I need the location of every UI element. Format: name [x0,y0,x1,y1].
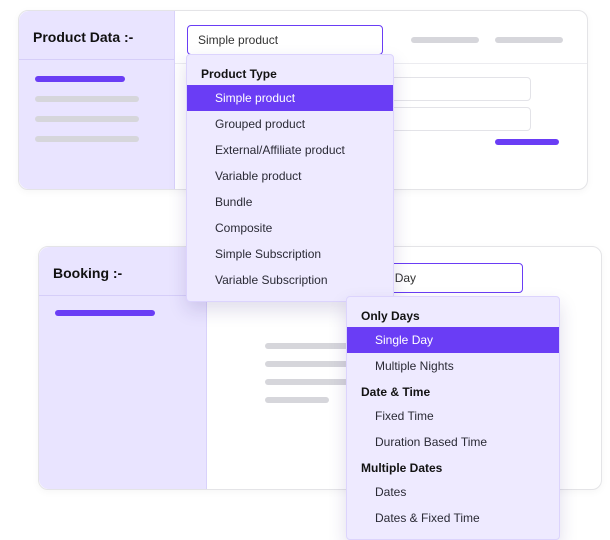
dropdown-option[interactable]: Variable product [187,163,393,189]
sidebar-item[interactable] [55,310,155,316]
dropdown-option[interactable]: Bundle [187,189,393,215]
dropdown-option[interactable]: Dates & Fixed Time [347,505,559,531]
dropdown-option[interactable]: External/Affiliate product [187,137,393,163]
sidebar-item[interactable] [35,136,139,142]
dropdown-option[interactable]: Dates [347,479,559,505]
product-data-sidebar: Product Data :- [19,11,175,189]
sidebar-item[interactable] [35,116,139,122]
booking-sidebar: Booking :- [39,247,207,489]
dropdown-option[interactable]: Composite [187,215,393,241]
booking-type-dropdown[interactable]: Only DaysSingle DayMultiple NightsDate &… [346,296,560,540]
dropdown-option[interactable]: Simple product [187,85,393,111]
placeholder-bar [411,37,479,43]
dropdown-group-label: Multiple Dates [347,455,559,479]
product-type-dropdown[interactable]: Product Type Simple productGrouped produ… [186,54,394,302]
dropdown-option[interactable]: Single Day [347,327,559,353]
dropdown-option[interactable]: Duration Based Time [347,429,559,455]
dropdown-option[interactable]: Grouped product [187,111,393,137]
placeholder-bar [495,37,563,43]
dropdown-option[interactable]: Variable Subscription [187,267,393,293]
dropdown-group-label: Product Type [187,61,393,85]
product-type-select[interactable]: Simple product [187,25,383,55]
dropdown-option[interactable]: Multiple Nights [347,353,559,379]
sidebar-item[interactable] [35,76,125,82]
booking-label: Booking :- [39,247,206,295]
dropdown-option[interactable]: Simple Subscription [187,241,393,267]
dropdown-option[interactable]: Fixed Time [347,403,559,429]
content-placeholder [265,343,355,415]
accent-bar [495,139,559,145]
dropdown-group-label: Date & Time [347,379,559,403]
product-data-label: Product Data :- [19,11,174,59]
divider [39,295,206,296]
sidebar-item[interactable] [35,96,139,102]
divider [19,59,174,60]
dropdown-group-label: Only Days [347,303,559,327]
